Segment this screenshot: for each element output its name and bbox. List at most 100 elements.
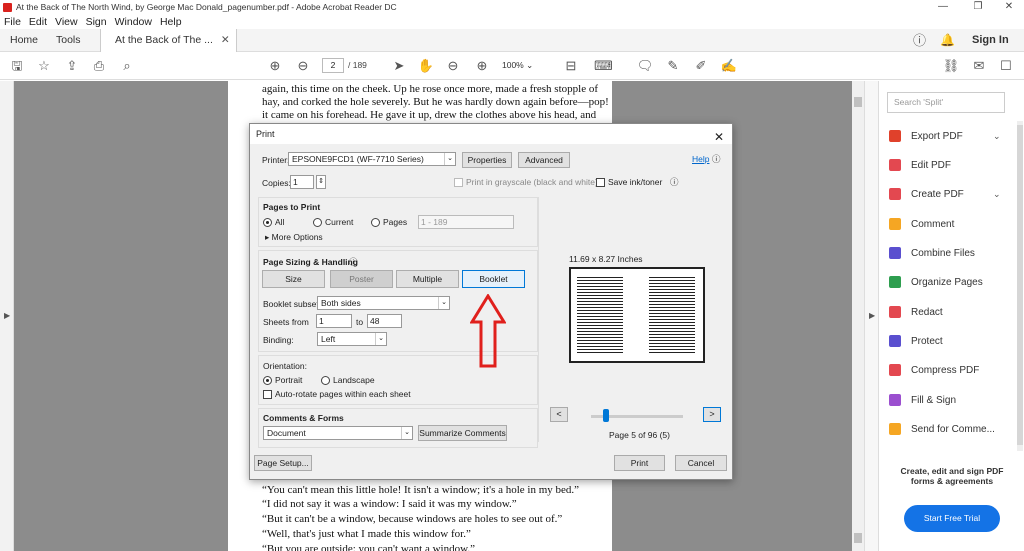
preview-next-button[interactable]: > xyxy=(703,407,721,422)
tool-item[interactable]: Create PDF ⌄ xyxy=(889,185,1001,203)
printer-select[interactable]: EPSONE9FCD1 (WF-7710 Series) ⌄ xyxy=(288,152,456,166)
properties-button[interactable]: Properties xyxy=(462,152,512,168)
tools-search-input[interactable]: Search 'Split' xyxy=(887,92,1005,113)
pages-option[interactable]: Pages xyxy=(371,217,407,228)
save-ink-info-icon[interactable]: ⓘ xyxy=(670,176,679,188)
close-tab-icon[interactable]: ✕ xyxy=(221,34,230,46)
preview-prev-button[interactable]: < xyxy=(550,407,568,422)
zoom-level[interactable]: 100% ⌄ xyxy=(502,58,546,73)
collapse-right-icon[interactable]: ▶ xyxy=(869,311,875,320)
help-icon[interactable]: ⓘ xyxy=(913,29,926,52)
advanced-button[interactable]: Advanced xyxy=(518,152,570,168)
fit-page-icon[interactable]: ⊟ xyxy=(562,57,580,75)
hand-tool-icon[interactable]: ✋ xyxy=(417,57,435,75)
expand-left-icon[interactable]: ▶ xyxy=(4,311,10,320)
save-icon[interactable]: 🖫 xyxy=(8,57,26,75)
document-scrollbar[interactable] xyxy=(852,81,864,551)
grayscale-option[interactable]: Print in grayscale (black and white) xyxy=(454,177,598,188)
tools-scrollbar[interactable] xyxy=(1017,121,1023,451)
booklet-subset-select[interactable]: Both sides ⌄ xyxy=(317,296,450,310)
tool-item[interactable]: Send for Comme... xyxy=(889,420,995,438)
sheets-from-input[interactable]: 1 xyxy=(316,314,352,328)
highlight-icon[interactable]: ✐ xyxy=(692,57,710,75)
zoom-in-icon[interactable]: ⊕ xyxy=(473,57,491,75)
tool-item[interactable]: Compress PDF xyxy=(889,361,979,379)
tab-home[interactable]: Home xyxy=(10,29,38,52)
pen-icon[interactable]: ✎ xyxy=(664,57,682,75)
sign-in-button[interactable]: Sign In xyxy=(972,29,1009,52)
menu-edit[interactable]: Edit xyxy=(29,16,47,28)
page-setup-button[interactable]: Page Setup... xyxy=(254,455,312,471)
binding-select[interactable]: Left ⌄ xyxy=(317,332,387,346)
grayscale-checkbox[interactable] xyxy=(454,178,463,188)
pages-radio[interactable] xyxy=(371,218,380,228)
help-info-icon[interactable]: ⓘ xyxy=(712,153,721,165)
comments-forms-select[interactable]: Document ⌄ xyxy=(263,426,413,440)
chevron-down-icon[interactable]: ⌄ xyxy=(993,189,1001,200)
tab-tools[interactable]: Tools xyxy=(56,29,81,52)
landscape-radio[interactable] xyxy=(321,376,330,386)
tab-document[interactable]: At the Back of The ... ✕ xyxy=(100,29,237,52)
menu-window[interactable]: Window xyxy=(115,16,152,28)
bell-icon[interactable]: 🔔 xyxy=(940,29,955,52)
minimize-button[interactable]: — xyxy=(928,0,958,14)
select-cursor-icon[interactable]: ➤ xyxy=(390,57,408,75)
multiple-button[interactable]: Multiple xyxy=(396,270,459,288)
start-free-trial-button[interactable]: Start Free Trial xyxy=(904,505,1000,532)
tool-item[interactable]: Protect xyxy=(889,332,943,350)
poster-button[interactable]: Poster xyxy=(330,270,393,288)
mail-icon[interactable]: ✉ xyxy=(970,57,988,75)
all-option[interactable]: All xyxy=(263,217,284,228)
copies-spinner[interactable]: ⇕ xyxy=(316,175,326,189)
tools-scroll-thumb[interactable] xyxy=(1017,125,1023,445)
current-radio[interactable] xyxy=(313,218,322,228)
portrait-radio[interactable] xyxy=(263,376,272,386)
copies-input[interactable]: 1 xyxy=(290,175,314,189)
left-panel-toggle[interactable]: ▶ xyxy=(0,81,14,551)
pages-range-input[interactable]: 1 - 189 xyxy=(418,215,514,229)
print-icon[interactable]: ⎙ xyxy=(90,57,108,75)
maximize-button[interactable]: ❐ xyxy=(963,0,993,14)
preview-slider-thumb[interactable] xyxy=(603,409,609,422)
zoom-out-icon[interactable]: ⊖ xyxy=(444,57,462,75)
link-icon[interactable]: ⛓ xyxy=(942,57,960,75)
more-options-toggle[interactable]: ▸ More Options xyxy=(265,232,323,243)
sheets-to-input[interactable]: 48 xyxy=(367,314,402,328)
portrait-option[interactable]: Portrait xyxy=(263,375,302,386)
current-page-input[interactable]: 2 xyxy=(322,58,344,73)
summarize-comments-button[interactable]: Summarize Comments xyxy=(418,425,507,441)
comment-icon[interactable]: 🗨 xyxy=(636,57,654,75)
tool-item[interactable]: Redact xyxy=(889,303,943,321)
tool-item[interactable]: Fill & Sign xyxy=(889,391,956,409)
tool-item[interactable]: Edit PDF xyxy=(889,156,951,174)
menu-view[interactable]: View xyxy=(55,16,78,28)
all-radio[interactable] xyxy=(263,218,272,228)
print-button[interactable]: Print xyxy=(614,455,665,471)
cancel-button[interactable]: Cancel xyxy=(675,455,727,471)
menu-file[interactable]: File xyxy=(4,16,21,28)
zoom-search-icon[interactable]: ⌕ xyxy=(118,57,136,75)
scroll-down[interactable] xyxy=(854,533,862,543)
upload-icon[interactable]: ⇪ xyxy=(63,57,81,75)
page-up-icon[interactable]: ⊕ xyxy=(266,57,284,75)
right-panel-toggle[interactable]: ▶ xyxy=(864,81,878,551)
save-ink-option[interactable]: Save ink/toner xyxy=(596,177,662,188)
menu-help[interactable]: Help xyxy=(160,16,182,28)
size-button[interactable]: Size xyxy=(262,270,325,288)
tool-item[interactable]: Comment xyxy=(889,215,954,233)
page-down-icon[interactable]: ⊖ xyxy=(294,57,312,75)
scroll-thumb[interactable] xyxy=(854,97,862,107)
dialog-close-icon[interactable]: ✕ xyxy=(714,127,724,147)
tool-item[interactable]: Export PDF ⌄ xyxy=(889,127,1001,145)
keyboard-icon[interactable]: ⌨ xyxy=(594,57,613,75)
menu-sign[interactable]: Sign xyxy=(86,16,107,28)
help-link[interactable]: Help xyxy=(692,154,709,164)
chat-icon[interactable]: ☐ xyxy=(997,57,1015,75)
auto-rotate-option[interactable]: Auto-rotate pages within each sheet xyxy=(263,389,411,400)
tool-item[interactable]: Organize Pages xyxy=(889,273,983,291)
tool-item[interactable]: Combine Files xyxy=(889,244,975,262)
current-option[interactable]: Current xyxy=(313,217,353,228)
save-ink-checkbox[interactable] xyxy=(596,178,605,188)
landscape-option[interactable]: Landscape xyxy=(321,375,375,386)
star-icon[interactable]: ☆ xyxy=(35,57,53,75)
